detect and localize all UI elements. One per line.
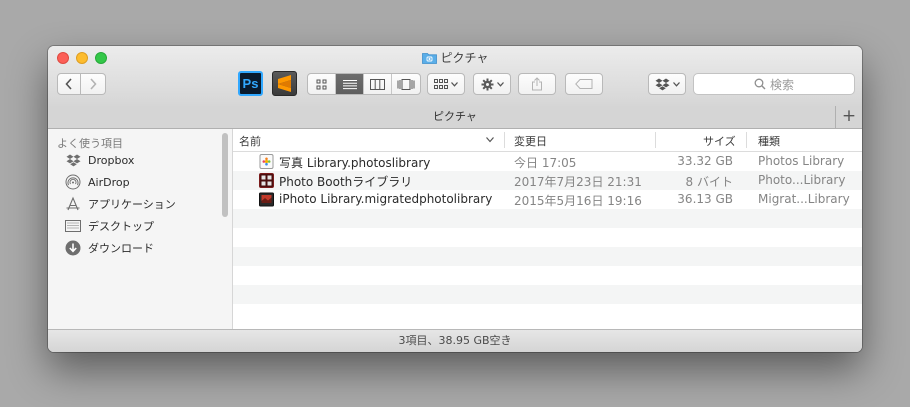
iphoto-library-icon <box>259 192 274 207</box>
icon-view-button[interactable] <box>308 74 336 94</box>
finder-window: ピクチャ Ps 検索 ピクチャ + よく使う項目 Dropbox AirDrop… <box>48 46 862 352</box>
back-button[interactable] <box>57 73 81 95</box>
column-header-size[interactable]: サイズ <box>703 133 736 149</box>
sublime-text-app-icon[interactable] <box>272 71 297 96</box>
group-by-button[interactable] <box>427 73 465 95</box>
file-size: 33.32 GB <box>677 154 733 168</box>
tab-bar: ピクチャ + <box>48 106 862 129</box>
file-kind: Photo...Library <box>758 173 846 187</box>
downloads-icon <box>64 240 82 256</box>
empty-row <box>233 247 862 266</box>
cover-flow-button[interactable] <box>392 74 420 94</box>
new-tab-button[interactable]: + <box>835 106 862 128</box>
sidebar-item-label: デスクトップ <box>88 220 154 233</box>
column-header-name[interactable]: 名前 <box>239 133 261 149</box>
gear-icon <box>481 78 493 90</box>
group-icon <box>434 78 448 89</box>
grid-icon <box>316 79 327 89</box>
chevron-down-icon <box>451 81 458 87</box>
search-icon <box>754 78 766 90</box>
search-placeholder: 検索 <box>769 77 794 92</box>
sidebar: よく使う項目 Dropbox AirDrop アプリケーション デスクトップ ダ… <box>48 129 233 329</box>
empty-row <box>233 304 862 323</box>
column-separator[interactable] <box>504 132 505 148</box>
file-list: 名前 変更日 サイズ 種類 写真 Library.photoslibrary 今… <box>233 129 862 329</box>
columns-icon <box>370 78 385 90</box>
applications-icon <box>64 196 82 212</box>
sidebar-item-desktop[interactable]: デスクトップ <box>64 217 154 235</box>
airdrop-icon <box>64 174 82 190</box>
chevron-down-icon <box>486 137 494 143</box>
empty-row <box>233 266 862 285</box>
status-bar: 3項目、38.95 GB空き <box>48 329 862 352</box>
empty-row <box>233 209 862 228</box>
action-button[interactable] <box>473 73 511 95</box>
column-header-kind[interactable]: 種類 <box>758 133 780 149</box>
sidebar-item-label: アプリケーション <box>88 198 176 211</box>
chevron-right-icon <box>90 78 97 90</box>
column-header-date[interactable]: 変更日 <box>514 133 547 149</box>
sidebar-item-label: AirDrop <box>88 175 130 189</box>
photoshop-app-icon[interactable]: Ps <box>238 71 263 96</box>
file-kind: Photos Library <box>758 154 845 168</box>
file-size: 36.13 GB <box>677 192 733 206</box>
toolbar: ピクチャ Ps 検索 <box>48 46 862 107</box>
folder-icon <box>421 52 437 67</box>
photoshop-label: Ps <box>242 76 259 91</box>
sidebar-item-applications[interactable]: アプリケーション <box>64 195 176 213</box>
file-kind: Migrat...Library <box>758 192 850 206</box>
file-date: 2015年5月16日 19:16 <box>514 194 642 208</box>
dropbox-icon <box>64 152 82 168</box>
desktop-icon <box>64 218 82 234</box>
status-text: 3項目、38.95 GB空き <box>398 334 512 347</box>
sidebar-scrollbar[interactable] <box>222 133 228 217</box>
photo-booth-icon <box>259 173 274 188</box>
list-icon <box>342 79 357 89</box>
column-separator[interactable] <box>655 132 656 148</box>
dropbox-icon <box>655 78 669 90</box>
photos-library-icon <box>259 154 274 169</box>
empty-row <box>233 228 862 247</box>
dropbox-button[interactable] <box>648 73 686 95</box>
sidebar-item-airdrop[interactable]: AirDrop <box>64 173 130 191</box>
sidebar-heading-favorites: よく使う項目 <box>57 137 123 150</box>
file-date: 今日 17:05 <box>514 156 577 170</box>
share-button[interactable] <box>518 73 556 95</box>
column-separator[interactable] <box>746 132 747 148</box>
chevron-left-icon <box>65 78 72 90</box>
chevron-down-icon <box>672 81 680 87</box>
tab-pictures[interactable]: ピクチャ <box>433 110 477 123</box>
file-size: 8 バイト <box>685 175 733 189</box>
window-title-text: ピクチャ <box>440 51 489 65</box>
window-title: ピクチャ <box>48 49 862 67</box>
chevron-down-icon <box>496 81 504 87</box>
sidebar-item-downloads[interactable]: ダウンロード <box>64 239 154 257</box>
sidebar-item-dropbox[interactable]: Dropbox <box>64 151 134 169</box>
sidebar-item-label: Dropbox <box>88 153 135 167</box>
share-icon <box>532 77 542 91</box>
plus-icon: + <box>841 106 857 126</box>
forward-button[interactable] <box>81 73 106 95</box>
file-name: Photo Boothライブラリ <box>279 175 413 189</box>
tags-button[interactable] <box>565 73 603 95</box>
file-row-iphoto-library[interactable]: iPhoto Library.migratedphotolibrary 2015… <box>233 190 862 209</box>
column-view-button[interactable] <box>364 74 392 94</box>
column-header-row: 名前 変更日 サイズ 種類 <box>233 129 862 152</box>
empty-row <box>233 285 862 304</box>
file-name: iPhoto Library.migratedphotolibrary <box>279 192 493 206</box>
list-view-button[interactable] <box>336 74 364 94</box>
tag-icon <box>575 79 593 89</box>
cover-flow-icon <box>397 78 415 90</box>
search-field[interactable]: 検索 <box>693 73 855 95</box>
file-date: 2017年7月23日 21:31 <box>514 175 642 189</box>
file-row-photos-library[interactable]: 写真 Library.photoslibrary 今日 17:05 33.32 … <box>233 152 862 171</box>
file-row-photo-booth[interactable]: Photo Boothライブラリ 2017年7月23日 21:31 8 バイト … <box>233 171 862 190</box>
view-mode-segmented-control <box>307 73 421 95</box>
sidebar-item-label: ダウンロード <box>88 242 154 255</box>
file-name: 写真 Library.photoslibrary <box>279 156 431 170</box>
